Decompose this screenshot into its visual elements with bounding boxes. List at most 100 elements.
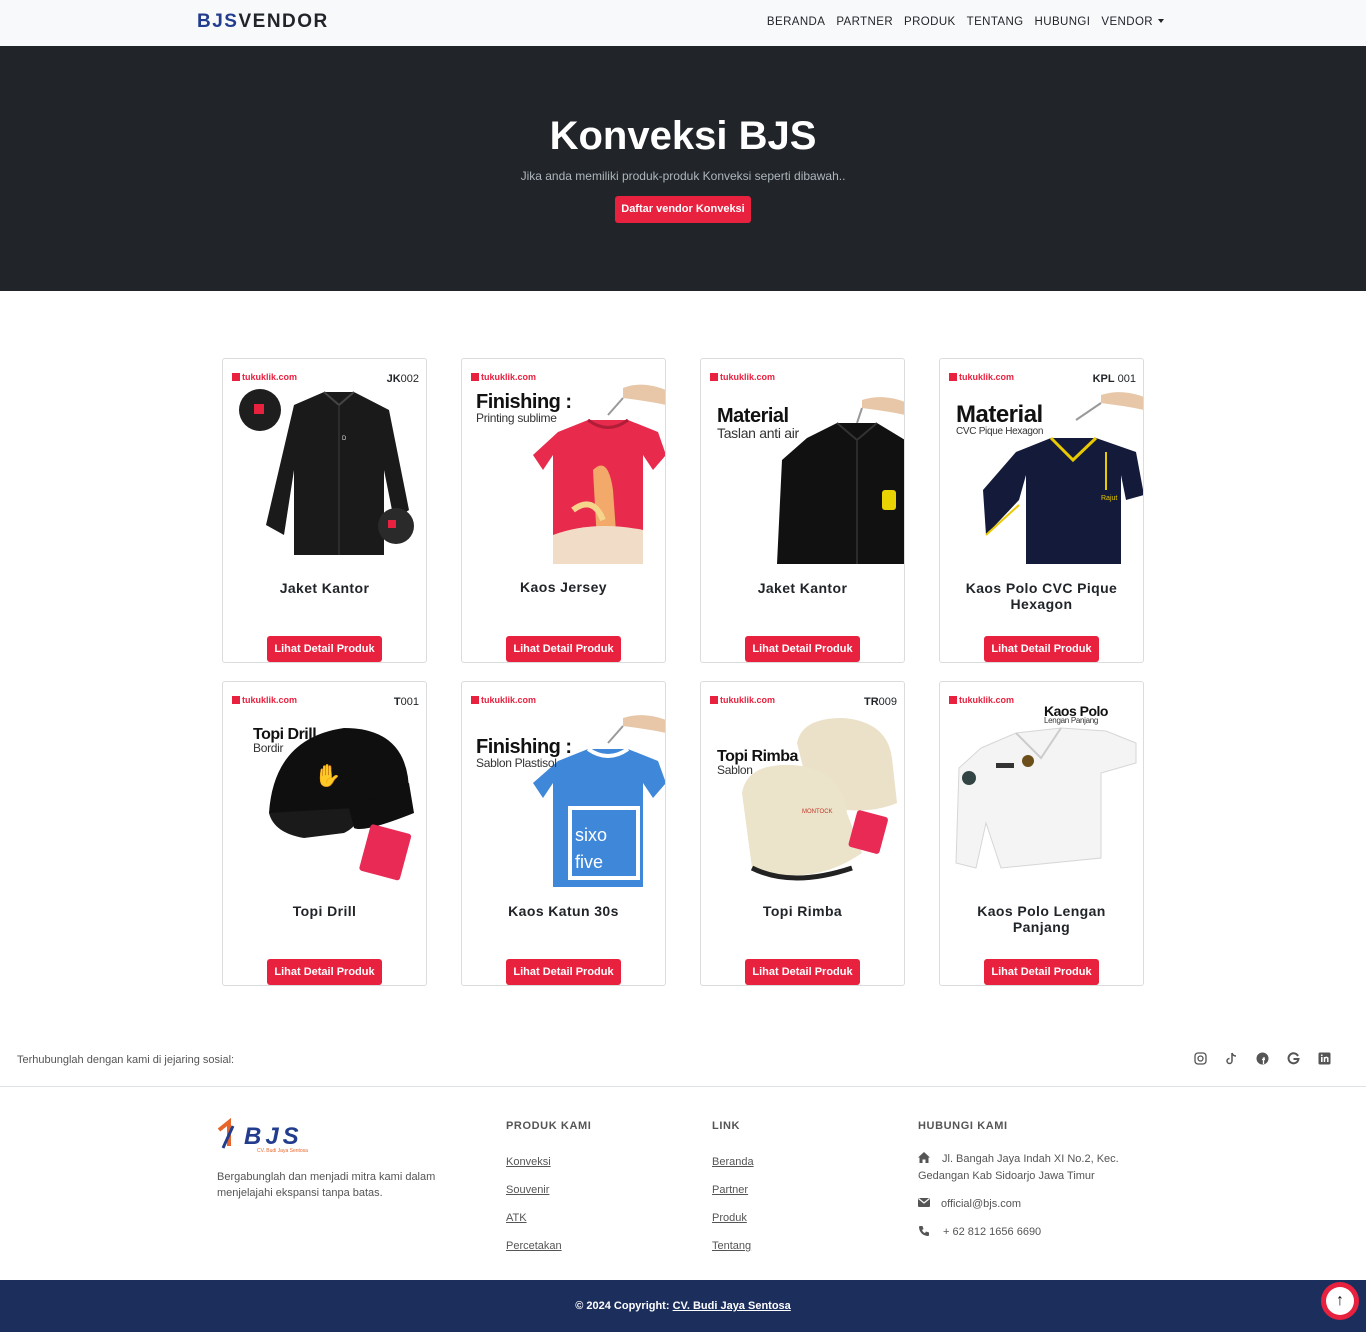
facebook-icon[interactable] (1256, 1052, 1269, 1065)
product-title: Kaos Polo CVC Pique Hexagon (965, 580, 1118, 612)
image-caption-subheading: Sablon (717, 763, 753, 777)
footer-link-partner[interactable]: Partner (712, 1184, 754, 1197)
product-image[interactable]: tukuklik.com JK002 D (224, 360, 426, 564)
nav-menu: BERANDA PARTNER PRODUK TENTANG HUBUNGI V… (767, 16, 1164, 28)
linkedin-icon[interactable] (1318, 1052, 1331, 1065)
tiktok-icon[interactable] (1225, 1052, 1238, 1065)
view-product-detail-button[interactable]: Lihat Detail Produk (984, 959, 1099, 985)
footer-links-column: LINK Beranda Partner Produk Tentang (712, 1120, 754, 1268)
social-text: Terhubunglah dengan kami di jejaring sos… (17, 1054, 235, 1066)
hero-title: Konveksi BJS (549, 114, 817, 158)
image-caption-subheading: Sablon Plastisol (476, 756, 557, 770)
image-caption-heading: Material (717, 405, 789, 427)
polo-icon: Rajut (983, 392, 1143, 564)
product-card: tukuklik.com Finishing : Sablon Plastiso… (461, 681, 666, 986)
product-card: tukuklik.com KPL 001 Material CVC Pique … (939, 358, 1144, 663)
footer-link-atk[interactable]: ATK (506, 1212, 591, 1225)
store-logo: tukuklik.com (471, 695, 536, 705)
view-product-detail-button[interactable]: Lihat Detail Produk (506, 636, 621, 662)
view-product-detail-button[interactable]: Lihat Detail Produk (267, 959, 382, 985)
image-caption-subheading: Taslan anti air (717, 425, 799, 441)
instagram-icon[interactable] (1194, 1052, 1207, 1065)
brand-rest: VENDOR (238, 11, 329, 32)
footer-products-column: PRODUK KAMI Konveksi Souvenir ATK Percet… (506, 1120, 591, 1268)
product-title: Kaos Katun 30s (508, 903, 619, 919)
svg-text:Rajut: Rajut (1101, 495, 1117, 502)
footer-link-percetakan[interactable]: Percetakan (506, 1240, 591, 1253)
arrow-up-icon: ↑ (1326, 1287, 1354, 1315)
product-code: KPL 001 (1093, 373, 1136, 385)
product-image[interactable]: tukuklik.com Kaos Polo Lengan Panjang (941, 683, 1143, 887)
view-product-detail-button[interactable]: Lihat Detail Produk (984, 636, 1099, 662)
product-title: Topi Drill (292, 903, 357, 919)
product-image[interactable]: tukuklik.com Finishing : Printing sublim… (463, 360, 665, 564)
nav-item-vendor-label: VENDOR (1101, 16, 1153, 28)
brand-logo[interactable]: BJSVENDOR (197, 11, 329, 33)
tshirt-icon: sixo five (533, 715, 665, 887)
back-to-top-button[interactable]: ↑ (1321, 1282, 1359, 1320)
svg-text:sixo: sixo (575, 825, 607, 845)
footer-products-heading: PRODUK KAMI (506, 1120, 592, 1132)
product-card: tukuklik.com JK002 D Jaket Kantor Lihat … (222, 358, 427, 663)
copyright-bar: © 2024 Copyright: CV. Budi Jaya Sentosa (0, 1280, 1366, 1332)
svg-text:five: five (575, 852, 603, 872)
product-code-prefix: KPL (1092, 373, 1115, 385)
copyright-company-link[interactable]: CV. Budi Jaya Sentosa (673, 1300, 791, 1312)
jacket-icon (777, 397, 904, 564)
jacket-icon: D (239, 389, 414, 555)
product-code-number: 001 (400, 696, 419, 708)
nav-item-beranda[interactable]: BERANDA (767, 16, 825, 28)
view-product-detail-button[interactable]: Lihat Detail Produk (745, 959, 860, 985)
contact-phone: + 62 812 1656 6690 (918, 1224, 1041, 1241)
product-card: tukuklik.com TR009 Topi Rimba Sablon MON… (700, 681, 905, 986)
footer-link-tentang[interactable]: Tentang (712, 1240, 754, 1253)
footer-link-konveksi[interactable]: Konveksi (506, 1156, 591, 1169)
product-image[interactable]: tukuklik.com T001 Topi Drill Bordir ✋ (224, 683, 426, 887)
google-icon[interactable] (1287, 1052, 1300, 1065)
product-title: Topi Rimba (762, 903, 843, 919)
image-caption-subheading: CVC Pique Hexagon (956, 426, 1044, 437)
product-image[interactable]: tukuklik.com Material Taslan anti air (702, 360, 904, 564)
footer-link-souvenir[interactable]: Souvenir (506, 1184, 591, 1197)
footer-link-produk[interactable]: Produk (712, 1212, 754, 1225)
product-card: tukuklik.com T001 Topi Drill Bordir ✋ To… (222, 681, 427, 986)
view-product-detail-button[interactable]: Lihat Detail Produk (745, 636, 860, 662)
view-product-detail-button[interactable]: Lihat Detail Produk (267, 636, 382, 662)
nav-item-produk[interactable]: PRODUK (904, 16, 956, 28)
bucket-hat-icon: MONTOCK (742, 718, 897, 881)
store-logo: tukuklik.com (710, 695, 775, 705)
longsleeve-polo-icon (955, 727, 1137, 869)
footer-logo-subtext: CV. Budi Jaya Sentosa (257, 1148, 308, 1154)
product-image[interactable]: tukuklik.com TR009 Topi Rimba Sablon MON… (702, 683, 904, 887)
svg-text:D: D (342, 436, 347, 442)
product-card: tukuklik.com Material Taslan anti air Ja… (700, 358, 905, 663)
product-code-prefix: TR (863, 696, 879, 708)
product-title: Kaos Jersey (520, 579, 607, 595)
nav-item-tentang[interactable]: TENTANG (967, 16, 1024, 28)
product-code-number: 009 (878, 696, 897, 708)
image-caption-heading: Finishing : (476, 736, 572, 758)
home-icon (918, 1152, 930, 1163)
product-image[interactable]: tukuklik.com KPL 001 Material CVC Pique … (941, 360, 1143, 564)
contact-phone-text[interactable]: + 62 812 1656 6690 (943, 1226, 1041, 1238)
nav-item-partner[interactable]: PARTNER (836, 16, 893, 28)
product-image[interactable]: tukuklik.com Finishing : Sablon Plastiso… (463, 683, 665, 887)
contact-email: official@bjs.com (918, 1196, 1021, 1213)
nav-item-vendor-dropdown[interactable]: VENDOR (1101, 16, 1164, 28)
nav-item-hubungi[interactable]: HUBUNGI (1035, 16, 1091, 28)
product-card: tukuklik.com Kaos Polo Lengan Panjang Ka… (939, 681, 1144, 986)
product-code-prefix: T (393, 696, 401, 708)
contact-email-text[interactable]: official@bjs.com (941, 1198, 1021, 1210)
image-caption-subheading: Bordir (253, 741, 284, 755)
contact-address-text: Jl. Bangah Jaya Indah XI No.2, Kec. Geda… (918, 1153, 1119, 1182)
store-logo: tukuklik.com (949, 372, 1014, 382)
view-product-detail-button[interactable]: Lihat Detail Produk (506, 959, 621, 985)
image-caption-subheading: Printing sublime (476, 411, 557, 425)
footer-logo: BJS CV. Budi Jaya Sentosa (217, 1117, 309, 1159)
footer-link-beranda[interactable]: Beranda (712, 1156, 754, 1169)
register-vendor-button[interactable]: Daftar vendor Konveksi (615, 196, 751, 223)
footer-contact-heading: HUBUNGI KAMI (918, 1120, 1008, 1132)
product-title: Jaket Kantor (757, 580, 848, 596)
store-logo: tukuklik.com (232, 695, 297, 705)
contact-address: Jl. Bangah Jaya Indah XI No.2, Kec. Geda… (918, 1151, 1138, 1185)
